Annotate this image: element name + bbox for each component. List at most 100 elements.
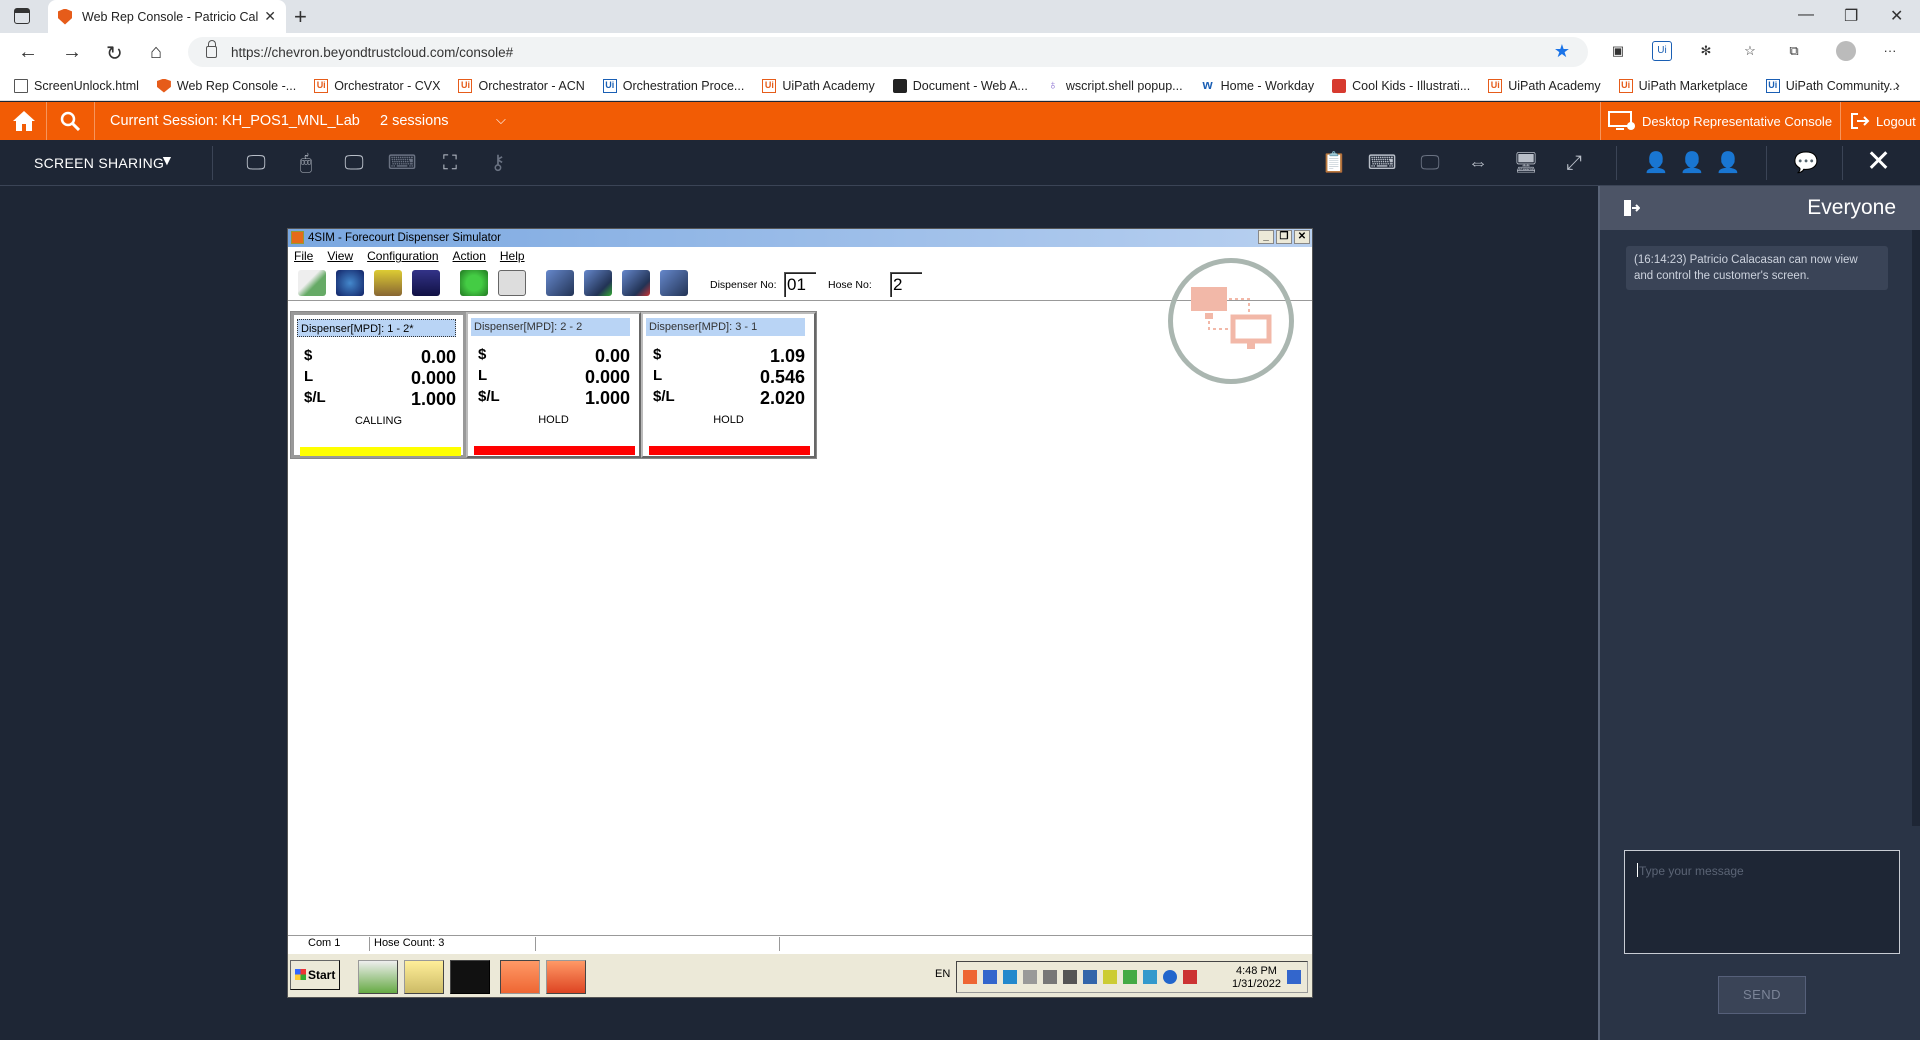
keyboard-icon[interactable]: ⌨ <box>1366 150 1398 176</box>
bookmark-item[interactable]: Ui UiPath Community... <box>1765 78 1899 93</box>
close-session-icon[interactable]: ✕ <box>1866 146 1891 178</box>
browser-tab[interactable]: Web Rep Console - Patricio Cala ✕ <box>48 0 286 33</box>
speaker-tray-icon[interactable] <box>1063 970 1077 984</box>
bookmark-item[interactable]: Document - Web A... <box>892 78 1028 93</box>
collections-icon[interactable]: ⧉ <box>1784 41 1804 61</box>
wireless-tray-icon[interactable] <box>1143 970 1157 984</box>
menu-configuration[interactable]: Configuration <box>367 249 438 263</box>
refresh-cycle-icon[interactable] <box>460 270 488 296</box>
restore-window-icon[interactable]: ❐ <box>1844 6 1858 26</box>
bucket-icon[interactable] <box>336 270 364 296</box>
chat-scrollbar[interactable] <box>1912 230 1920 826</box>
exit-chat-icon[interactable] <box>1622 199 1640 217</box>
network-tray-icon[interactable] <box>1043 970 1057 984</box>
sessions-dropdown[interactable]: 2 sessions <box>380 113 449 129</box>
nozzle-lift-icon[interactable] <box>584 270 612 296</box>
globe-tray-icon[interactable] <box>1163 970 1177 984</box>
bookmark-item[interactable]: Web Rep Console -... <box>156 78 296 93</box>
refresh-icon[interactable]: ↻ <box>106 41 123 66</box>
bookmark-item[interactable]: w Home - Workday <box>1201 78 1315 93</box>
volume-tray-icon[interactable] <box>1023 970 1037 984</box>
bookmark-item[interactable]: Ui UiPath Marketplace <box>1618 78 1748 93</box>
close-window-icon[interactable]: ✕ <box>1890 6 1903 26</box>
tools-tray-icon[interactable] <box>1083 970 1097 984</box>
invite-user-icon[interactable]: 👤 <box>1676 150 1708 176</box>
close-tab-icon[interactable]: ✕ <box>264 8 276 25</box>
fullscreen-icon[interactable]: ⤢ <box>1558 150 1590 176</box>
bluetooth-tray-icon[interactable] <box>983 970 997 984</box>
beyondtrust-task-icon[interactable] <box>546 960 586 994</box>
menu-view[interactable]: View <box>327 249 353 263</box>
remote-screen[interactable]: 4SIM - Forecourt Dispenser Simulator _ ❐… <box>287 228 1313 998</box>
screen-capture-icon[interactable]: ⛶ <box>434 150 466 176</box>
bookmark-item[interactable]: Ui Orchestrator - ACN <box>458 78 585 93</box>
nozzle-icon[interactable] <box>546 270 574 296</box>
forward-icon[interactable]: → <box>62 41 82 64</box>
dispenser-card[interactable]: Dispenser[MPD]: 1 - 2* $0.00 L 0.000 $/L 1… <box>291 312 466 458</box>
menu-action[interactable]: Action <box>453 249 486 263</box>
app-restore-button[interactable]: ❐ <box>1276 230 1292 244</box>
teamviewer-tray-icon[interactable] <box>1003 970 1017 984</box>
logout-button[interactable]: Logout <box>1842 102 1916 140</box>
remove-user-icon[interactable]: 👤 <box>1712 150 1744 176</box>
clipboard-icon[interactable]: 📋 <box>1318 150 1350 176</box>
bookmark-item[interactable]: ScreenUnlock.html <box>14 78 139 93</box>
chat-icon[interactable]: 💬 <box>1790 150 1822 176</box>
home-icon[interactable]: ⌂ <box>150 41 162 64</box>
car-icon[interactable] <box>374 270 402 296</box>
app-close-button[interactable]: ✕ <box>1294 230 1310 244</box>
multi-monitor-icon[interactable]: 🖵 <box>1414 150 1446 176</box>
security-tray-icon[interactable] <box>1103 970 1117 984</box>
bookmark-item[interactable]: Ui Orchestration Proce... <box>602 78 744 93</box>
bookmark-item[interactable]: Ui Orchestrator - CVX <box>314 78 440 93</box>
profile-avatar[interactable] <box>1836 41 1856 61</box>
annotation-icon[interactable]: ⌨ <box>386 150 418 176</box>
save-disk-icon[interactable] <box>498 270 526 296</box>
language-indicator[interactable]: EN <box>935 968 950 980</box>
update-tray-icon[interactable] <box>1123 970 1137 984</box>
start-button[interactable]: Start <box>290 960 340 990</box>
key-icon[interactable]: ⚷ <box>482 150 514 176</box>
view-screen-icon[interactable]: 🖵 <box>240 150 272 176</box>
favorite-star-icon[interactable]: ★ <box>1554 41 1570 62</box>
chevron-right-icon[interactable]: › <box>1895 77 1900 95</box>
extension-icon[interactable]: ▣ <box>1608 41 1628 61</box>
nozzle-hang-icon[interactable] <box>622 270 650 296</box>
shield-tray-icon[interactable] <box>963 970 977 984</box>
show-desktop-icon[interactable] <box>1287 970 1301 984</box>
cmd-task-icon[interactable] <box>450 960 490 994</box>
nozzle-fuel-icon[interactable] <box>660 270 688 296</box>
menu-help[interactable]: Help <box>500 249 525 263</box>
app-minimize-button[interactable]: _ <box>1258 230 1274 244</box>
dispenser-no-field[interactable]: 01 <box>784 272 816 297</box>
favorites-icon[interactable]: ☆ <box>1740 41 1760 61</box>
caret-down-icon[interactable]: ▼ <box>160 152 174 168</box>
search-icon[interactable] <box>60 111 80 131</box>
dispenser-card[interactable]: Dispenser[MPD]: 3 - 1 $1.09 L 0.546 $/L 2.… <box>641 312 816 458</box>
mouse-control-icon[interactable]: 🖱 <box>290 150 322 176</box>
fuel-app-task-icon[interactable] <box>358 960 398 994</box>
chat-message-input[interactable]: Type your message <box>1624 850 1900 954</box>
home-icon[interactable] <box>12 110 36 132</box>
tab-actions-icon[interactable] <box>14 8 30 24</box>
minimize-window-icon[interactable]: — <box>1798 6 1814 24</box>
bookmark-item[interactable]: Ui UiPath Academy <box>1488 78 1601 93</box>
back-icon[interactable]: ← <box>18 41 38 64</box>
pump-icon[interactable] <box>412 270 440 296</box>
folder-task-icon[interactable] <box>404 960 444 994</box>
new-tab-icon[interactable]: + <box>294 4 307 30</box>
alert-tray-icon[interactable] <box>1183 970 1197 984</box>
4sim-task-icon[interactable] <box>500 960 540 994</box>
hose-no-field[interactable]: 2 <box>890 272 922 297</box>
monitor-select-icon[interactable]: 🖥 <box>1510 150 1542 176</box>
desktop-console-button[interactable]: Desktop Representative Console <box>1600 102 1832 140</box>
uipath-extension-icon[interactable]: Ui <box>1652 41 1672 61</box>
bookmark-item[interactable]: Ui UiPath Academy <box>762 78 875 93</box>
chevron-down-icon[interactable]: ⌵ <box>496 112 506 128</box>
bookmark-item[interactable]: Cool Kids - Illustrati... <box>1332 78 1470 93</box>
add-user-icon[interactable]: 👤 <box>1640 150 1672 176</box>
dispenser-card[interactable]: Dispenser[MPD]: 2 - 2 $0.00 L 0.000 $/L 1.… <box>466 312 641 458</box>
url-field[interactable]: https://chevron.beyondtrustcloud.com/con… <box>188 37 1588 67</box>
tools-icon[interactable] <box>298 270 326 296</box>
puzzle-icon[interactable]: ✻ <box>1696 41 1716 61</box>
